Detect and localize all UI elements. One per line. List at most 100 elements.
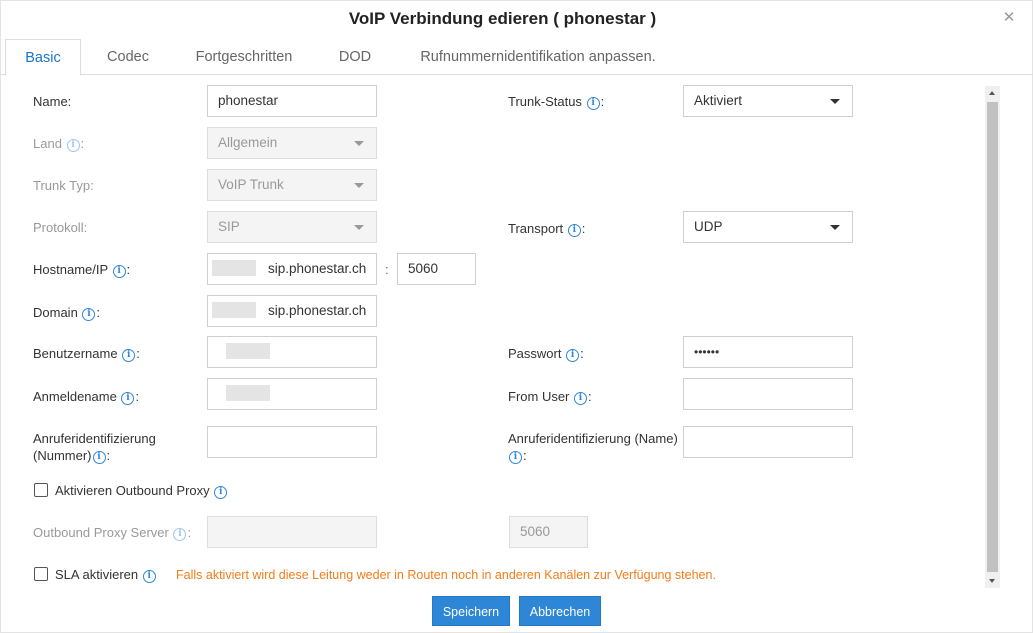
save-button[interactable]: Speichern — [432, 596, 510, 626]
info-icon[interactable]: i — [121, 392, 135, 405]
outbound-proxy-checkbox[interactable] — [34, 483, 48, 497]
outbound-proxy-server-label-text: Outbound Proxy Server — [33, 525, 169, 540]
info-icon[interactable]: i — [82, 308, 96, 321]
anmeldename-input[interactable] — [207, 378, 377, 410]
hostname-label-text: Hostname/IP — [33, 262, 108, 277]
domain-value: sip.phonestar.ch — [268, 303, 367, 318]
redacted-blur — [212, 260, 256, 276]
label-suffix: : — [580, 346, 584, 361]
redacted-blur — [226, 385, 270, 401]
land-label-text: Land — [33, 136, 62, 151]
scrollbar-thumb[interactable] — [987, 102, 998, 572]
info-icon[interactable]: i — [142, 570, 156, 583]
tab-bar: Basic Codec Fortgeschritten DOD Rufnumme… — [1, 39, 1033, 76]
land-select: Allgemein — [207, 127, 377, 159]
anrufer-nummer-label-line2: (Nummer) — [33, 448, 92, 463]
from-user-input[interactable] — [683, 378, 853, 410]
hostname-input[interactable]: sip.phonestar.ch — [207, 253, 377, 285]
chevron-down-icon — [354, 141, 364, 146]
info-icon[interactable]: i — [112, 265, 126, 278]
tab-dod[interactable]: DOD — [327, 39, 383, 75]
tab-basic[interactable]: Basic — [5, 39, 81, 76]
label-suffix: : — [80, 136, 85, 151]
outbound-proxy-server-input — [207, 516, 377, 548]
info-icon[interactable]: i — [566, 349, 580, 362]
protokoll-select: SIP — [207, 211, 377, 243]
outbound-proxy-label: Aktivieren Outbound Proxy i — [55, 483, 228, 499]
tab-codec[interactable]: Codec — [93, 39, 163, 75]
anrufer-name-label: Anruferidentifizierung (Name) i: — [508, 430, 678, 464]
scroll-down-icon[interactable] — [985, 573, 1000, 588]
info-icon[interactable]: i — [66, 139, 80, 152]
domain-label-text: Domain — [33, 305, 78, 320]
name-input[interactable]: phonestar — [207, 85, 377, 117]
info-icon[interactable]: i — [586, 97, 600, 110]
benutzername-label-text: Benutzername — [33, 346, 118, 361]
chevron-down-icon — [830, 225, 840, 230]
anmeldename-label-text: Anmeldename — [33, 389, 117, 404]
sla-checkbox[interactable] — [34, 567, 48, 581]
name-label: Name: — [33, 94, 72, 109]
label-suffix: : — [187, 525, 192, 540]
port-separator: : — [385, 262, 389, 277]
outbound-proxy-server-label: Outbound Proxy Server i: — [33, 525, 191, 541]
scroll-up-icon[interactable] — [985, 86, 1000, 101]
anrufer-name-label-line1: Anruferidentifizierung (Name) — [508, 431, 678, 446]
info-icon[interactable]: i — [122, 349, 136, 362]
info-icon[interactable]: i — [567, 224, 581, 237]
hostname-port-input[interactable]: 5060 — [397, 253, 476, 285]
transport-select[interactable]: UDP — [683, 211, 853, 243]
anrufer-name-input[interactable] — [683, 426, 853, 458]
passwort-label: Passwort i: — [508, 346, 584, 362]
domain-label: Domain i: — [33, 305, 100, 321]
close-icon[interactable]: ✕ — [1001, 10, 1017, 26]
form-scrollbar[interactable] — [985, 86, 1000, 588]
label-suffix: : — [126, 262, 131, 277]
sla-label: SLA aktivieren i — [55, 567, 157, 583]
tab-fortgeschritten[interactable]: Fortgeschritten — [181, 39, 307, 75]
label-suffix: : — [600, 94, 605, 109]
cancel-button[interactable]: Abbrechen — [519, 596, 601, 626]
anrufer-name-label-line2-wrap: i: — [508, 447, 678, 464]
trunk-typ-select: VoIP Trunk — [207, 169, 377, 201]
chevron-down-icon — [354, 225, 364, 230]
domain-input[interactable]: sip.phonestar.ch — [207, 295, 377, 327]
benutzername-input[interactable] — [207, 336, 377, 368]
info-icon[interactable]: i — [574, 392, 588, 405]
label-suffix: : — [96, 305, 101, 320]
land-value: Allgemein — [218, 135, 278, 150]
sla-warning: Falls aktiviert wird diese Leitung weder… — [176, 568, 716, 582]
tab-rufnummernidentifikation[interactable]: Rufnummernidentifikation anpassen. — [405, 39, 671, 75]
trunk-status-value: Aktiviert — [694, 93, 743, 108]
info-icon[interactable]: i — [92, 451, 106, 464]
hostname-label: Hostname/IP i: — [33, 262, 130, 278]
anrufer-nummer-input[interactable] — [207, 426, 377, 458]
redacted-blur — [212, 302, 256, 318]
trunk-status-select[interactable]: Aktiviert — [683, 85, 853, 117]
hostname-value: sip.phonestar.ch — [268, 261, 367, 276]
passwort-label-text: Passwort — [508, 346, 562, 361]
from-user-label: From User i: — [508, 389, 592, 405]
label-suffix: : — [588, 389, 592, 404]
from-user-label-text: From User — [508, 389, 570, 404]
anrufer-nummer-label-line1: Anruferidentifizierung — [33, 431, 156, 446]
info-icon[interactable]: i — [173, 528, 187, 541]
passwort-input[interactable]: •••••• — [683, 336, 853, 368]
outbound-proxy-label-text: Aktivieren Outbound Proxy — [55, 483, 210, 498]
anrufer-nummer-label: Anruferidentifizierung (Nummer) i: — [33, 430, 156, 464]
transport-label: Transport i: — [508, 221, 585, 237]
transport-value: UDP — [694, 219, 723, 234]
label-suffix: : — [523, 448, 527, 463]
info-icon[interactable]: i — [509, 451, 522, 464]
label-suffix: : — [136, 346, 140, 361]
trunk-typ-label: Trunk Typ: — [33, 178, 94, 193]
trunk-status-label: Trunk-Status i: — [508, 94, 604, 110]
info-icon[interactable]: i — [214, 486, 228, 499]
chevron-down-icon — [830, 99, 840, 104]
dialog-title: VoIP Verbindung edieren ( phonestar ) — [348, 9, 657, 28]
label-suffix: : — [135, 389, 140, 404]
sla-label-text: SLA aktivieren — [55, 567, 139, 582]
chevron-down-icon — [354, 183, 364, 188]
land-label: Land i: — [33, 136, 84, 152]
outbound-proxy-port-input: 5060 — [509, 516, 588, 548]
